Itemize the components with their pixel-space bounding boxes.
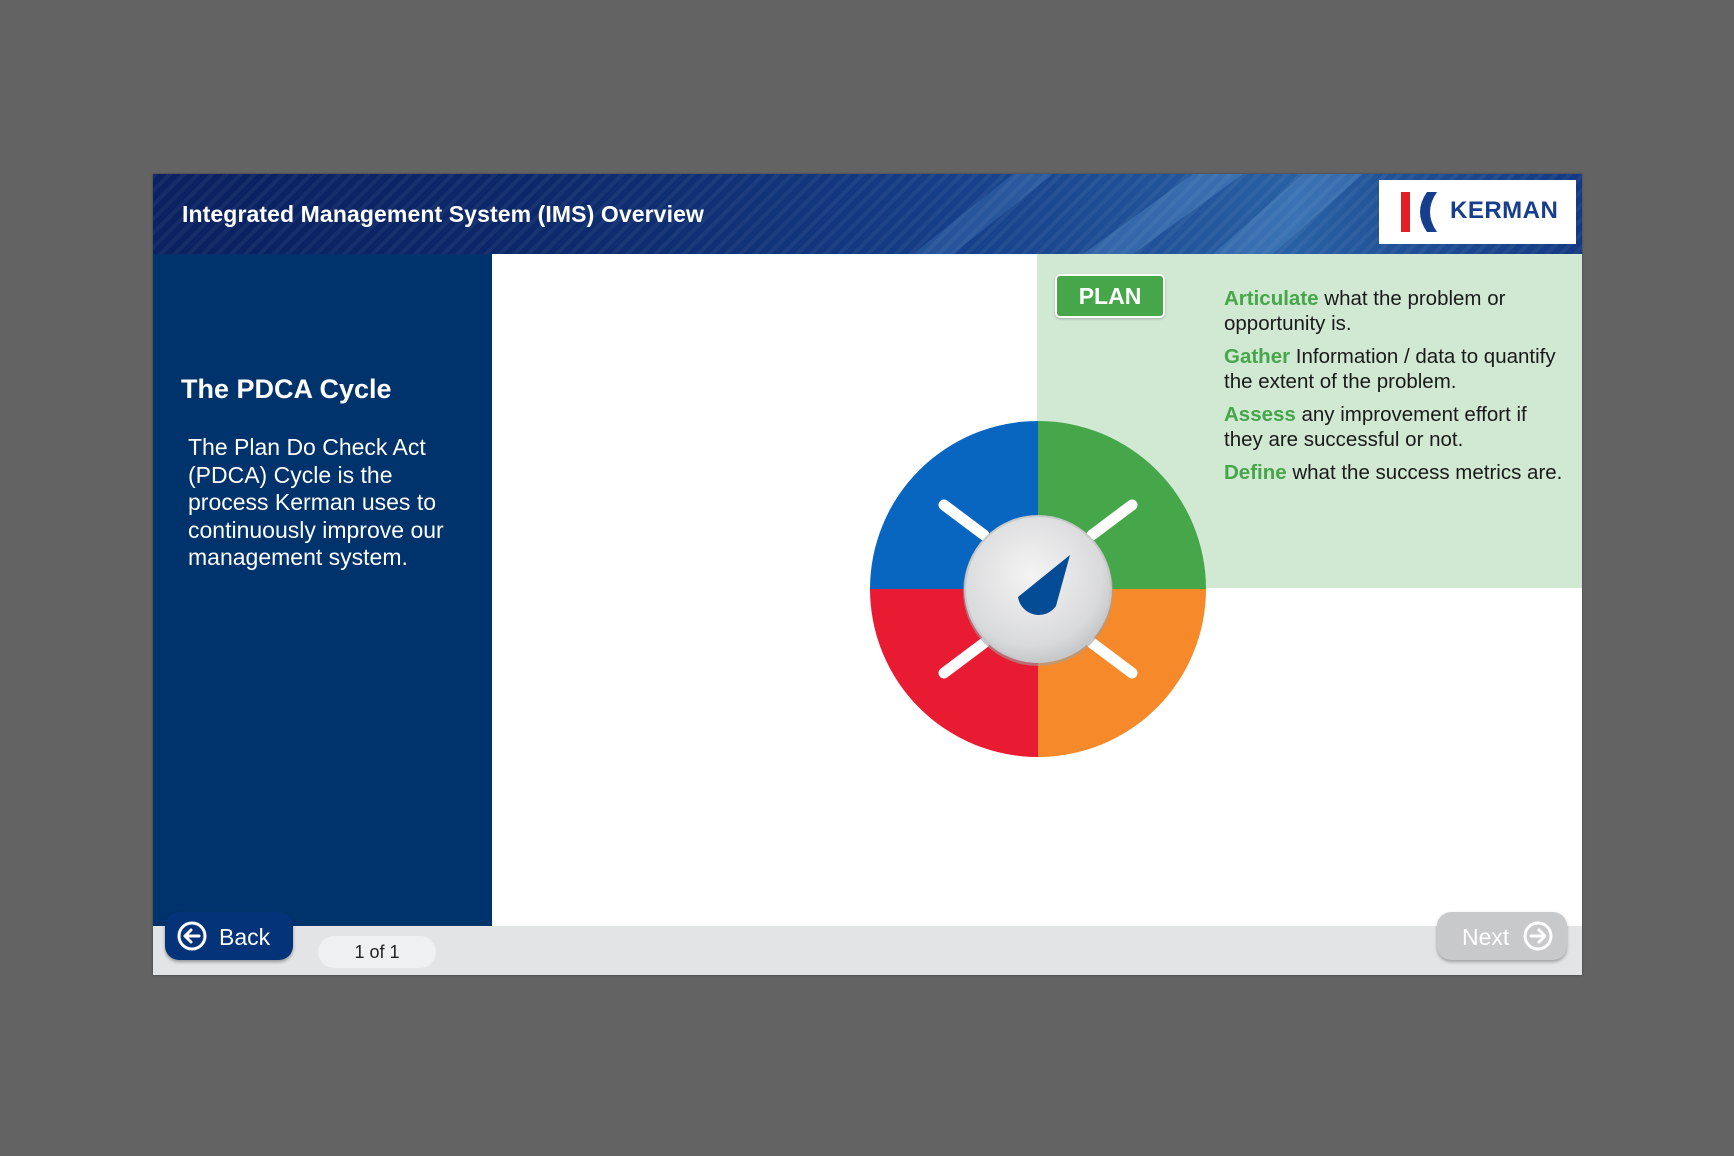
pdca-wheel [870,421,1206,757]
plan-item-articulate: Articulate what the problem or opportuni… [1224,286,1564,336]
plan-item-gather: Gather Information / data to quantify th… [1224,344,1564,394]
back-button[interactable]: Back [165,912,293,960]
course-title: Integrated Management System (IMS) Overv… [182,201,704,227]
plan-keyword: Assess [1224,403,1296,426]
kerman-logo-mark [1401,192,1437,232]
course-player: Integrated Management System (IMS) Overv… [153,174,1582,975]
plan-item-assess: Assess any improvement effort if they ar… [1224,402,1564,452]
page-counter: 1 of 1 [318,936,436,968]
slide-title: The PDCA Cycle [181,374,392,404]
header-bar: Integrated Management System (IMS) Overv… [153,174,1582,254]
sidebar-panel: The PDCA Cycle The Plan Do Check Act (PD… [153,254,492,926]
plan-item-define: Define what the success metrics are. [1224,460,1564,485]
plan-badge: PLAN [1055,274,1165,318]
slide-description: The Plan Do Check Act (PDCA) Cycle is th… [188,434,444,570]
next-button-label: Next [1462,924,1510,950]
plan-item-text: what the success metrics are. [1286,461,1563,484]
plan-keyword: Define [1224,461,1287,484]
plan-keyword: Articulate [1224,287,1319,310]
next-arrow-icon [1523,921,1553,951]
back-arrow-icon [177,921,207,951]
next-button[interactable]: Next [1437,912,1567,960]
kerman-logo: KERMAN [1379,180,1576,244]
back-button-label: Back [219,924,271,950]
plan-keyword: Gather [1224,345,1291,368]
logo-text: KERMAN [1450,197,1559,224]
plan-steps-list: Articulate what the problem or opportuni… [1224,286,1564,493]
